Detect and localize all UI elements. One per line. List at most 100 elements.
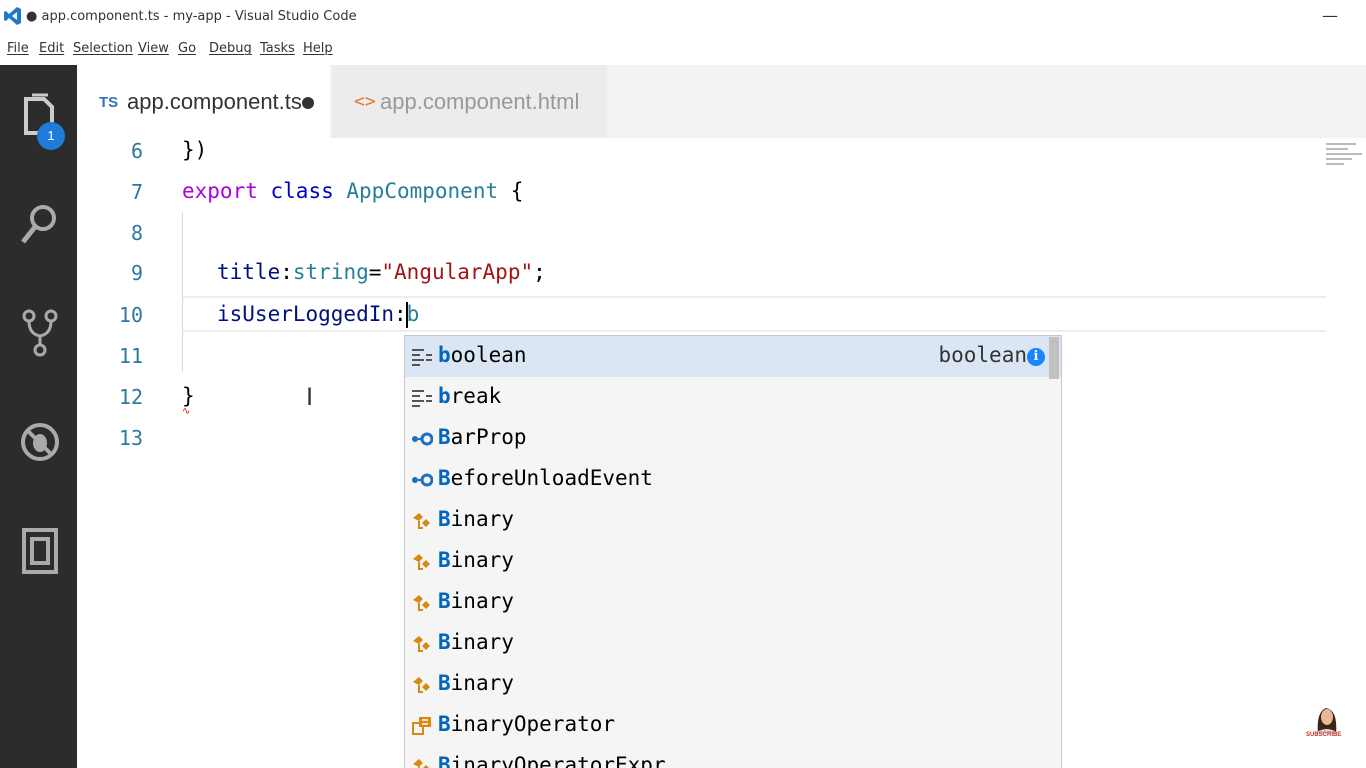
avatar-image (1314, 708, 1340, 734)
suggestion-rest: inary (450, 630, 514, 654)
string-token: "AngularApp" (381, 260, 534, 284)
punctuation-token: = (368, 260, 382, 284)
menu-debug[interactable]: Debug (209, 41, 252, 56)
suggestion-match: B (438, 630, 451, 654)
keyword-icon (411, 347, 433, 367)
menu-edit[interactable]: Edit (39, 41, 64, 56)
tab-label: app.component.ts (127, 89, 302, 114)
line-number: 13 (118, 426, 143, 450)
punctuation-token: ; (533, 260, 546, 284)
suggestion-match: b (438, 384, 451, 408)
suggestion-item[interactable]: BinaryOperatorExpr (405, 746, 1061, 768)
suggestion-rest: inary (450, 589, 514, 613)
suggestion-rest: inaryOperatorExpr (450, 753, 666, 768)
line-number: 11 (118, 344, 143, 368)
suggestion-rest: arProp (450, 425, 527, 449)
class-icon (411, 757, 433, 768)
class-icon (411, 552, 433, 572)
code-line-6: }) (182, 138, 208, 162)
suggestion-rest: reak (450, 384, 502, 408)
line-number: 8 (130, 221, 143, 245)
suggestion-match: B (438, 671, 451, 695)
window-title: ● app.component.ts - my-app - Visual Stu… (26, 9, 357, 24)
minimize-button[interactable]: — (1322, 6, 1338, 25)
suggestion-rest: inary (450, 507, 514, 531)
debug-icon[interactable] (18, 417, 62, 467)
suggest-scrollbar[interactable] (1049, 337, 1059, 379)
suggestion-detail: boolean (938, 343, 1027, 367)
suggestion-label: boolean (438, 343, 527, 367)
suggestion-item[interactable]: Binary (405, 623, 1061, 664)
class-icon (411, 634, 433, 654)
tab-app-component-html[interactable]: <> app.component.html (332, 65, 607, 138)
class-icon (411, 593, 433, 613)
suggestion-match: b (438, 343, 451, 367)
typed-token: b (406, 302, 420, 326)
suggestion-rest: inary (450, 671, 514, 695)
tab-app-component-ts[interactable]: TS app.component.ts (77, 65, 330, 138)
menu-selection[interactable]: Selection (73, 41, 133, 56)
avatar[interactable]: SUBSCRIBE (1306, 700, 1346, 744)
line-number: 7 (130, 180, 143, 204)
suggestion-label: Binary (438, 589, 514, 613)
property-token: title (217, 260, 281, 284)
vscode-logo-icon (4, 7, 21, 25)
suggestion-label: Binary (438, 548, 514, 572)
menu-go[interactable]: Go (178, 41, 196, 56)
keyword-token: export (182, 179, 258, 203)
suggestion-item[interactable]: Binary (405, 541, 1061, 582)
typescript-file-icon: TS (99, 94, 119, 111)
suggestion-label: BeforeUnloadEvent (438, 466, 653, 490)
punctuation-token: { (498, 179, 524, 203)
suggestion-rest: oolean (450, 343, 527, 367)
suggestion-match: B (438, 466, 451, 490)
suggest-widget: boolean boolean i break BarProp BeforeUnloadE… (404, 335, 1062, 768)
menu-help[interactable]: Help (303, 41, 333, 56)
code-line-7: export class AppComponent { (182, 179, 523, 203)
suggestion-label: BinaryOperatorExpr (438, 753, 666, 768)
suggestion-match: B (438, 548, 451, 572)
menu-bar: File Edit Selection View Go Debug Tasks … (0, 35, 1366, 65)
suggestion-match: B (438, 425, 451, 449)
suggestion-item[interactable]: break (405, 377, 1061, 418)
line-number: 6 (130, 139, 143, 163)
extensions-icon[interactable] (18, 525, 62, 575)
source-control-icon[interactable] (18, 308, 62, 358)
code-line-10: isUserLoggedIn:b (217, 302, 419, 326)
suggestion-label: BarProp (438, 425, 527, 449)
type-token: string (292, 260, 369, 284)
explorer-badge: 1 (37, 122, 65, 150)
suggestion-item[interactable]: BeforeUnloadEvent (405, 459, 1061, 500)
info-icon[interactable]: i (1027, 348, 1045, 366)
minimap[interactable] (1326, 140, 1366, 180)
suggestion-label: BinaryOperator (438, 712, 615, 736)
search-icon[interactable] (18, 200, 62, 250)
suggestion-item[interactable]: BinaryOperator (405, 705, 1061, 746)
class-icon (411, 675, 433, 695)
class-name-token: AppComponent (346, 179, 499, 203)
property-token: isUserLoggedIn (217, 302, 395, 326)
suggestion-rest: inaryOperator (450, 712, 616, 736)
suggestion-label: Binary (438, 507, 514, 531)
enum-icon (411, 716, 433, 736)
suggestion-item[interactable]: boolean boolean i (405, 336, 1061, 377)
suggestion-item[interactable]: Binary (405, 500, 1061, 541)
menu-tasks[interactable]: Tasks (260, 41, 295, 56)
unsaved-dot-icon[interactable] (302, 97, 314, 109)
suggestion-item[interactable]: Binary (405, 582, 1061, 623)
line-number: 10 (118, 303, 143, 327)
menu-file[interactable]: File (7, 41, 29, 56)
suggestion-match: B (438, 712, 451, 736)
interface-icon (411, 429, 434, 449)
punctuation-token: : (280, 260, 293, 284)
suggestion-item[interactable]: BarProp (405, 418, 1061, 459)
line-number: 12 (118, 385, 143, 409)
suggestion-label: Binary (438, 630, 514, 654)
text-cursor (406, 302, 408, 328)
keyword-icon (411, 388, 433, 408)
title-bar: ● app.component.ts - my-app - Visual Stu… (0, 0, 1366, 35)
activity-bar: 1 (0, 65, 77, 768)
menu-view[interactable]: View (138, 41, 169, 56)
suggestion-rest: eforeUnloadEvent (450, 466, 653, 490)
suggestion-item[interactable]: Binary (405, 664, 1061, 705)
